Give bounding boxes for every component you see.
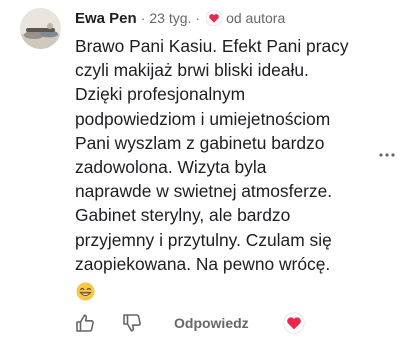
heart-icon — [283, 312, 305, 334]
heart-icon — [206, 10, 223, 26]
separator-dot: · — [140, 10, 146, 26]
timestamp[interactable]: 23 tyg. — [149, 10, 191, 26]
grinning-face-emoji-icon — [76, 282, 95, 301]
comment-text: Brawo Pani Kasiu. Efekt Pani pracy czyli… — [75, 36, 349, 274]
reply-button[interactable]: Odpowiedz — [174, 310, 249, 336]
like-button[interactable] — [74, 310, 96, 336]
profile-photo-icon — [20, 8, 61, 49]
comment: Ewa Pen · 23 tyg. · od autora Brawo Pani… — [0, 0, 409, 344]
dislike-button[interactable] — [121, 310, 143, 336]
author-name[interactable]: Ewa Pen — [75, 10, 137, 27]
comment-header: Ewa Pen · 23 tyg. · od autora — [75, 8, 285, 28]
more-options-icon — [379, 153, 395, 157]
love-button[interactable] — [283, 310, 305, 336]
separator-dot: · — [195, 10, 201, 26]
more-options-button[interactable] — [376, 144, 398, 166]
avatar[interactable] — [20, 8, 61, 49]
author-badge: od autora — [226, 10, 286, 26]
comment-actions: Odpowiedz — [72, 310, 312, 336]
thumbs-up-icon — [76, 314, 94, 332]
thumbs-down-icon — [123, 314, 141, 332]
